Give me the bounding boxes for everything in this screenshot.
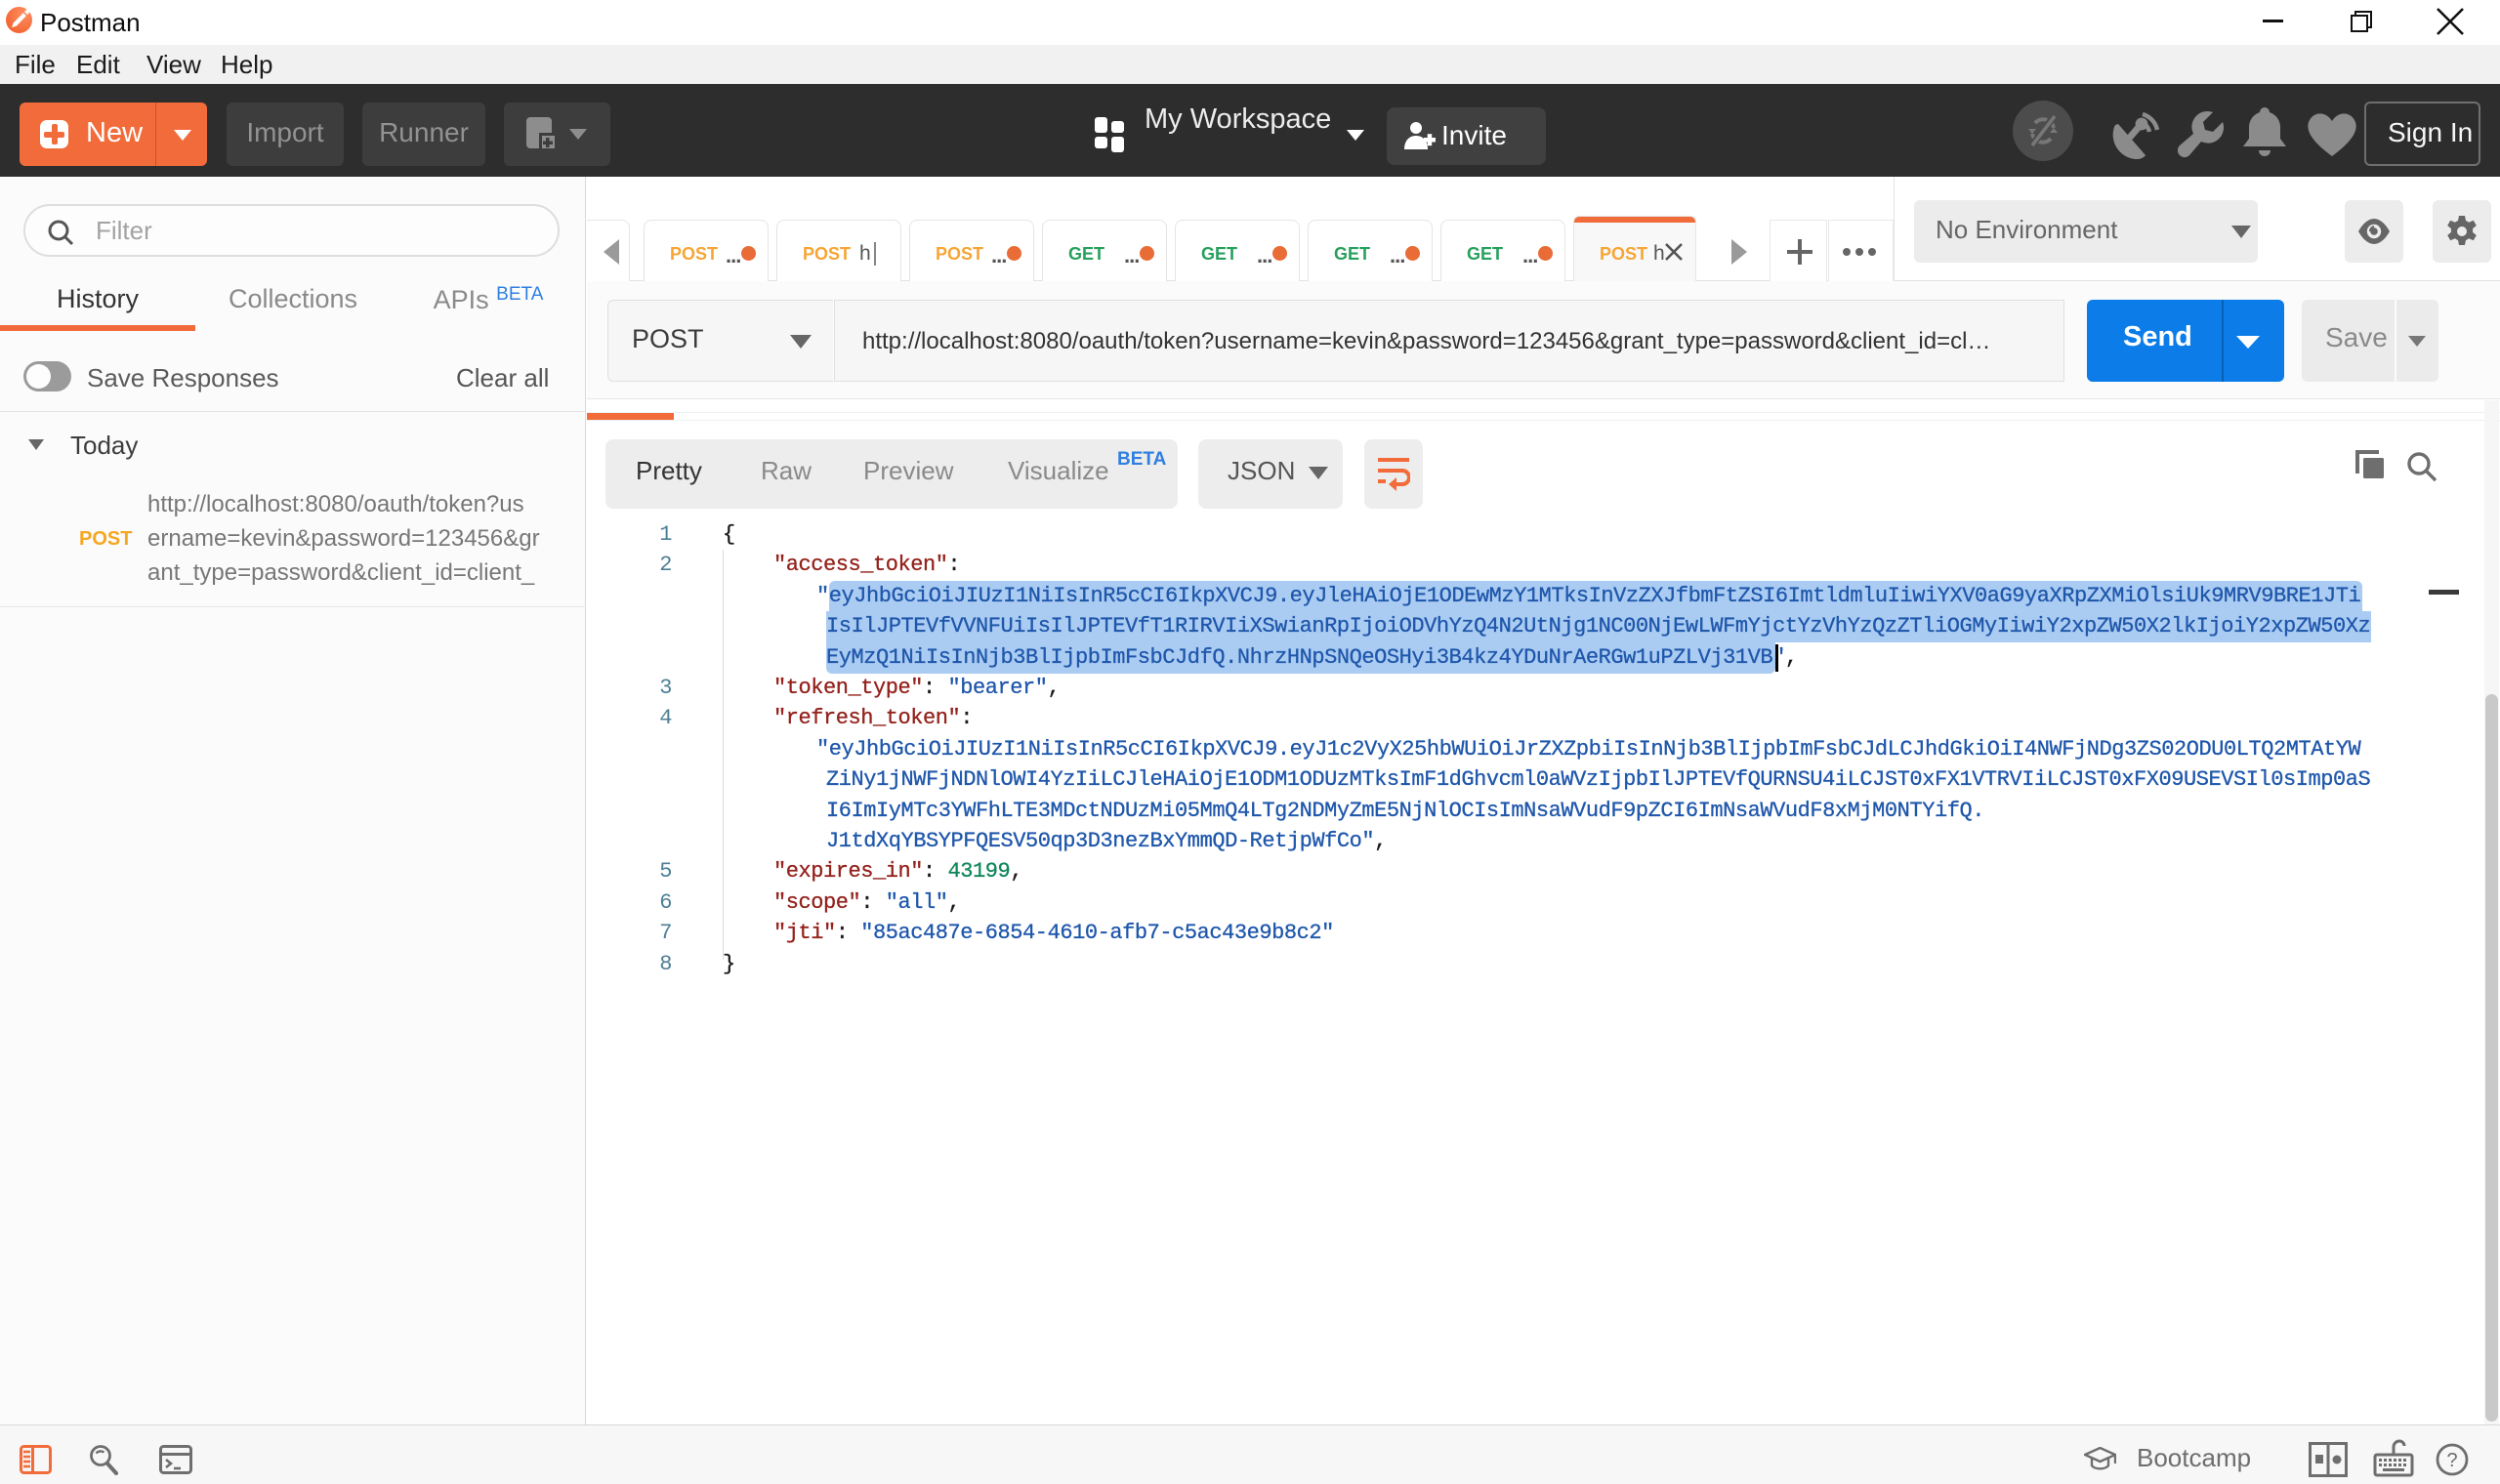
svg-text:?: ? [2446, 1450, 2457, 1471]
